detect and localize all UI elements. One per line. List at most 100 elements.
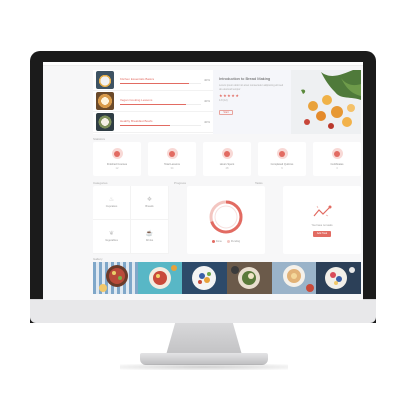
course-title: Healthy Breakfast Bowls [120, 118, 153, 123]
tasks-panel: You have no tasks Add Task [283, 186, 361, 254]
course-title: Vegan Cooking Lessons [120, 97, 153, 102]
middle-row: ♨ Cupcakes ❖ Breads ❦ Vegetables ☕ Drink… [93, 186, 361, 254]
course-progress-fill [120, 124, 171, 126]
course-body: Healthy Breakfast Bowls [120, 119, 201, 126]
tasks-heading: Tasks [255, 181, 263, 185]
legend-item-done: Done [211, 239, 222, 243]
stat-label: Hours Spent [219, 163, 235, 166]
stat-card: Hours Spent 48 [203, 142, 251, 176]
stat-label: Completed Quizzes [270, 163, 294, 166]
course-progress-fill [120, 103, 187, 105]
progress-heading: Progress [174, 181, 187, 185]
category-tile[interactable]: ❖ Breads [131, 186, 169, 220]
course-list: Kitchen Essentials Basics 40% Vegan Cook… [93, 70, 213, 134]
gallery-tile[interactable] [93, 262, 138, 294]
course-progress-bar [120, 82, 201, 84]
dish-icon [325, 267, 356, 289]
dish-icon [99, 265, 128, 292]
dish-icon [192, 266, 217, 290]
category-tile[interactable]: ☕ Drinks [131, 220, 169, 254]
course-percent: 40% [203, 120, 210, 124]
course-item[interactable]: Healthy Breakfast Bowls 40% [93, 112, 213, 133]
course-body: Vegan Cooking Lessons [120, 98, 201, 105]
rating-stars: ★★★★★ [219, 93, 240, 98]
legend-item-pending: Pending [226, 239, 241, 243]
category-label: Breads [145, 205, 154, 208]
gallery-tile[interactable] [227, 262, 272, 294]
dish-icon [231, 266, 261, 289]
category-label: Drinks [145, 239, 154, 242]
empty-state-icon [313, 205, 332, 216]
stat-card: Total Lessons 34 [148, 142, 196, 176]
course-percent: 40% [203, 99, 210, 103]
stat-card: Certificates 3 [313, 142, 361, 176]
progress-ring [209, 200, 243, 233]
hero-section: Kitchen Essentials Basics 40% Vegan Cook… [93, 70, 361, 134]
categories-heading: Categories [93, 181, 108, 185]
featured-title: Introduction to Bread Making [219, 76, 271, 81]
stat-value: 12 [115, 167, 119, 170]
legend-label: Pending [230, 239, 241, 243]
monitor-stand-neck [166, 323, 242, 355]
top-bar [43, 62, 363, 66]
progress-panel: Done Pending [187, 186, 265, 254]
stat-card: Completed Quizzes 9 [258, 142, 306, 176]
stat-value: 48 [225, 167, 229, 170]
screen: Kitchen Essentials Basics 40% Vegan Cook… [43, 62, 363, 300]
categories-panel: ♨ Cupcakes ❖ Breads ❦ Vegetables ☕ Drink… [93, 186, 169, 254]
bread-icon: ❖ [146, 197, 153, 203]
gallery-tile[interactable] [182, 262, 228, 294]
featured-description: Lorem ipsum dolor sit amet consectetur a… [219, 84, 284, 91]
stat-card: Finished Courses 12 [93, 142, 141, 176]
category-tile[interactable]: ❦ Vegetables [93, 220, 131, 254]
stand-shadow [120, 364, 288, 370]
empty-state-text: You have no tasks [311, 223, 333, 227]
course-thumbnail [96, 113, 114, 131]
stat-icon [276, 148, 288, 159]
dish-icon [282, 265, 314, 292]
course-thumbnail [96, 71, 114, 89]
dish-icon [148, 265, 177, 289]
gallery-tile[interactable] [271, 262, 317, 294]
progress-legend: Done Pending [211, 239, 241, 243]
category-label: Cupcakes [105, 205, 118, 208]
fruit-still-life-icon [291, 70, 361, 134]
stat-value: 34 [170, 167, 174, 170]
stat-icon [331, 148, 343, 159]
cupcake-icon: ♨ [108, 197, 115, 203]
course-percent: 40% [203, 78, 210, 82]
course-progress-fill [120, 82, 189, 84]
featured-text: Introduction to Bread Making Lorem ipsum… [213, 70, 291, 134]
course-item[interactable]: Kitchen Essentials Basics 40% [93, 70, 213, 91]
stat-label: Finished Courses [106, 163, 128, 166]
stat-value: 9 [281, 167, 283, 170]
course-title: Kitchen Essentials Basics [120, 76, 155, 81]
stat-value: 3 [336, 167, 338, 170]
category-label: Vegetables [105, 239, 118, 242]
course-progress-bar [120, 103, 201, 105]
legend-label: Done [215, 239, 222, 243]
stat-icon [166, 148, 178, 159]
gallery-tile[interactable] [137, 262, 183, 294]
course-item[interactable]: Vegan Cooking Lessons 40% [93, 91, 213, 112]
course-body: Kitchen Essentials Basics [120, 77, 201, 84]
category-tile[interactable]: ♨ Cupcakes [93, 186, 131, 220]
stat-label: Total Lessons [164, 163, 180, 166]
stat-label: Certificates [330, 163, 344, 166]
cup-icon: ☕ [145, 231, 154, 237]
featured-image [291, 70, 361, 134]
gallery-heading: Gallery [93, 257, 103, 261]
course-progress-bar [120, 124, 201, 126]
monitor-chin [30, 299, 376, 323]
stat-icon [221, 148, 233, 159]
gallery-strip [93, 262, 362, 294]
stats-row: Finished Courses 12 Total Lessons 34 Hou… [93, 142, 361, 176]
stage: Kitchen Essentials Basics 40% Vegan Cook… [0, 0, 410, 410]
stat-icon [111, 148, 123, 159]
add-task-button[interactable]: Add Task [313, 230, 331, 237]
statistics-heading: Statistics [93, 137, 106, 141]
start-course-button[interactable]: Start [219, 110, 233, 115]
featured-course-card: Introduction to Bread Making Lorem ipsum… [213, 70, 361, 134]
gallery-tile[interactable] [316, 262, 362, 294]
course-thumbnail [96, 92, 114, 110]
